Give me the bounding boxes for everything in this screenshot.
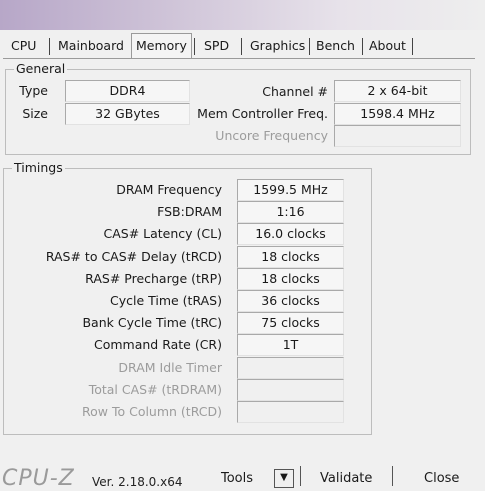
validate-button[interactable]: Validate bbox=[320, 471, 372, 486]
type-label: Type bbox=[19, 83, 48, 98]
timing-value bbox=[237, 379, 344, 401]
timing-value: 36 clocks bbox=[237, 290, 344, 312]
tab-about[interactable]: About bbox=[369, 37, 406, 55]
timing-value: 1599.5 MHz bbox=[237, 179, 344, 201]
tab-graphics[interactable]: Graphics bbox=[250, 37, 305, 55]
cpuz-logo: CPU-Z bbox=[2, 466, 75, 491]
size-label: Size bbox=[22, 106, 48, 121]
channel-label: Channel # bbox=[262, 84, 328, 99]
tab-separator bbox=[241, 38, 242, 55]
timing-value: 16.0 clocks bbox=[237, 223, 344, 245]
timing-label: RAS# Precharge (tRP) bbox=[85, 271, 222, 286]
timing-label: DRAM Idle Timer bbox=[118, 360, 222, 375]
timing-value: 1:16 bbox=[237, 201, 344, 223]
timing-label: Command Rate (CR) bbox=[93, 337, 222, 352]
tab-separator bbox=[362, 38, 363, 55]
mem-controller-freq-label: Mem Controller Freq. bbox=[197, 106, 328, 121]
timing-label: FSB:DRAM bbox=[157, 204, 222, 219]
tab-mainboard[interactable]: Mainboard bbox=[58, 37, 124, 55]
timing-label: DRAM Frequency bbox=[116, 182, 222, 197]
timing-label: RAS# to CAS# Delay (tRCD) bbox=[45, 249, 222, 264]
uncore-frequency-value bbox=[334, 125, 461, 147]
tools-dropdown-button[interactable]: ▼ bbox=[274, 469, 294, 488]
tab-separator bbox=[194, 38, 195, 55]
timing-value: 75 clocks bbox=[237, 312, 344, 334]
channel-value: 2 x 64-bit bbox=[334, 80, 461, 102]
tab-bar: CPU Mainboard Memory SPD Graphics Bench … bbox=[0, 33, 485, 59]
timing-value: 18 clocks bbox=[237, 268, 344, 290]
type-value: DDR4 bbox=[65, 80, 190, 102]
close-button[interactable]: Close bbox=[424, 471, 459, 486]
timing-value bbox=[237, 357, 344, 379]
timing-value: 18 clocks bbox=[237, 246, 344, 268]
tab-bench[interactable]: Bench bbox=[316, 37, 355, 55]
timings-group-title: Timings bbox=[12, 160, 65, 175]
chevron-down-icon: ▼ bbox=[280, 472, 288, 483]
tab-separator bbox=[412, 38, 413, 55]
general-group-title: General bbox=[14, 61, 68, 76]
window-title-bar bbox=[0, 0, 485, 30]
tools-button[interactable]: Tools bbox=[221, 471, 253, 486]
timing-label: Bank Cycle Time (tRC) bbox=[82, 315, 222, 330]
timing-label: Row To Column (tRCD) bbox=[81, 404, 222, 419]
timing-value bbox=[237, 401, 344, 423]
timing-label: Cycle Time (tRAS) bbox=[109, 293, 222, 308]
size-value: 32 GBytes bbox=[65, 103, 190, 125]
tab-cpu[interactable]: CPU bbox=[11, 37, 36, 55]
tab-memory[interactable]: Memory bbox=[131, 33, 192, 58]
tab-spd[interactable]: SPD bbox=[204, 37, 229, 55]
timing-label: Total CAS# (tRDRAM) bbox=[88, 382, 222, 397]
version-text: Ver. 2.18.0.x64 bbox=[92, 475, 183, 489]
footer-bar: CPU-Z Ver. 2.18.0.x64 Tools ▼ Validate C… bbox=[0, 462, 485, 491]
tab-separator bbox=[309, 38, 310, 55]
footer-separator bbox=[392, 466, 393, 486]
tab-separator bbox=[49, 38, 50, 55]
timing-label: CAS# Latency (CL) bbox=[103, 226, 223, 241]
timing-value: 1T bbox=[237, 334, 344, 356]
uncore-frequency-label: Uncore Frequency bbox=[215, 128, 328, 143]
mem-controller-freq-value: 1598.4 MHz bbox=[334, 103, 461, 125]
footer-separator bbox=[300, 466, 301, 486]
